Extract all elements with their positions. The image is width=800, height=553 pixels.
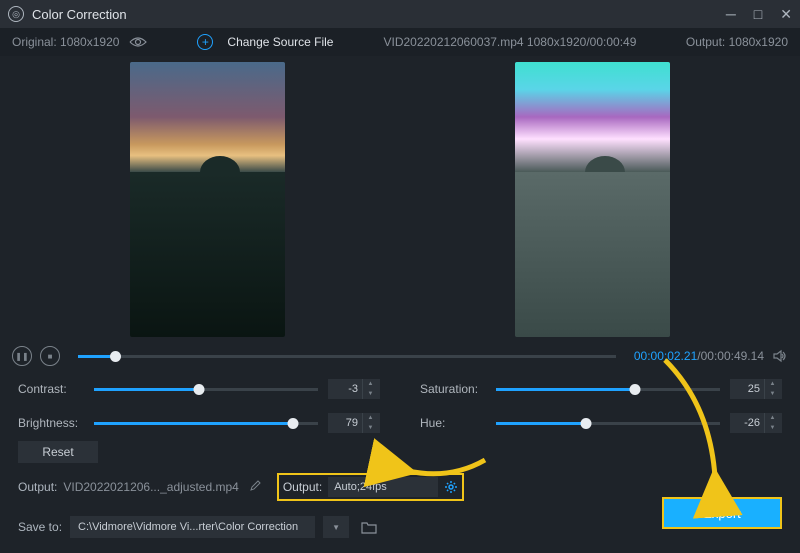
stop-button[interactable]: ■ <box>40 346 60 366</box>
preview-output <box>515 62 670 337</box>
window-controls: ─ □ ✕ <box>726 6 792 23</box>
save-row: Save to: C:\Vidmore\Vidmore Vi...rter\Co… <box>0 505 800 553</box>
hue-stepper[interactable]: ▲▼ <box>730 413 782 433</box>
original-label: Original: 1080x1920 <box>12 35 119 49</box>
open-folder-button[interactable] <box>357 516 381 538</box>
contrast-up[interactable]: ▲ <box>363 379 378 389</box>
app-icon: ◎ <box>8 6 24 22</box>
brightness-up[interactable]: ▲ <box>363 413 378 423</box>
hue-slider[interactable] <box>496 422 720 425</box>
brightness-input[interactable] <box>328 417 362 429</box>
hue-down[interactable]: ▼ <box>765 423 780 433</box>
eye-icon[interactable] <box>129 36 147 48</box>
path-dropdown-button[interactable]: ▼ <box>323 516 349 538</box>
brightness-stepper[interactable]: ▲▼ <box>328 413 380 433</box>
transport-bar: ❚❚ ■ 00:00:02.21/00:00:49.14 <box>0 343 800 369</box>
save-path[interactable]: C:\Vidmore\Vidmore Vi...rter\Color Corre… <box>70 516 315 538</box>
contrast-slider[interactable] <box>94 388 318 391</box>
window-title: Color Correction <box>32 7 127 22</box>
saturation-down[interactable]: ▼ <box>765 389 780 399</box>
saturation-slider[interactable] <box>496 388 720 391</box>
time-display: 00:00:02.21/00:00:49.14 <box>634 349 764 363</box>
saturation-stepper[interactable]: ▲▼ <box>730 379 782 399</box>
volume-icon[interactable] <box>772 348 788 364</box>
saturation-up[interactable]: ▲ <box>765 379 780 389</box>
contrast-stepper[interactable]: ▲▼ <box>328 379 380 399</box>
saturation-label: Saturation: <box>420 382 486 396</box>
output-format-value[interactable]: Auto;24fps <box>328 477 438 497</box>
save-to-label: Save to: <box>18 520 62 534</box>
saturation-row: Saturation: ▲▼ <box>420 379 782 399</box>
brightness-down[interactable]: ▼ <box>363 423 378 433</box>
hue-row: Hue: ▲▼ <box>420 413 782 433</box>
gear-icon[interactable] <box>444 480 458 494</box>
brightness-label: Brightness: <box>18 416 84 430</box>
export-button[interactable]: Export <box>662 497 782 529</box>
maximize-button[interactable]: □ <box>754 6 762 23</box>
timeline-slider[interactable] <box>78 355 616 358</box>
output-format-label: Output: <box>283 480 322 494</box>
output-file-label: Output: <box>18 480 57 494</box>
minimize-button[interactable]: ─ <box>726 6 736 23</box>
output-res-label: Output: 1080x1920 <box>686 35 788 49</box>
brightness-row: Brightness: ▲▼ <box>18 413 380 433</box>
preview-original <box>130 62 285 337</box>
toolbar: Original: 1080x1920 + Change Source File… <box>0 28 800 56</box>
preview-area <box>0 56 800 341</box>
hue-up[interactable]: ▲ <box>765 413 780 423</box>
contrast-down[interactable]: ▼ <box>363 389 378 399</box>
reset-button[interactable]: Reset <box>18 441 98 463</box>
close-button[interactable]: ✕ <box>780 6 792 23</box>
change-source-button[interactable]: Change Source File <box>227 35 333 49</box>
titlebar: ◎ Color Correction ─ □ ✕ <box>0 0 800 28</box>
brightness-slider[interactable] <box>94 422 318 425</box>
hue-input[interactable] <box>730 417 764 429</box>
contrast-input[interactable] <box>328 383 362 395</box>
contrast-row: Contrast: ▲▼ <box>18 379 380 399</box>
edit-filename-icon[interactable] <box>249 480 261 495</box>
saturation-input[interactable] <box>730 383 764 395</box>
add-icon[interactable]: + <box>197 34 213 50</box>
contrast-label: Contrast: <box>18 382 84 396</box>
adjustments-panel: Contrast: ▲▼ Saturation: ▲▼ Brightness: … <box>0 369 800 439</box>
hue-label: Hue: <box>420 416 486 430</box>
output-filename: VID2022021206..._adjusted.mp4 <box>63 480 238 494</box>
file-info: VID20220212060037.mp4 1080x1920/00:00:49 <box>383 35 636 49</box>
pause-button[interactable]: ❚❚ <box>12 346 32 366</box>
output-format-group: Output: Auto;24fps <box>277 473 464 501</box>
